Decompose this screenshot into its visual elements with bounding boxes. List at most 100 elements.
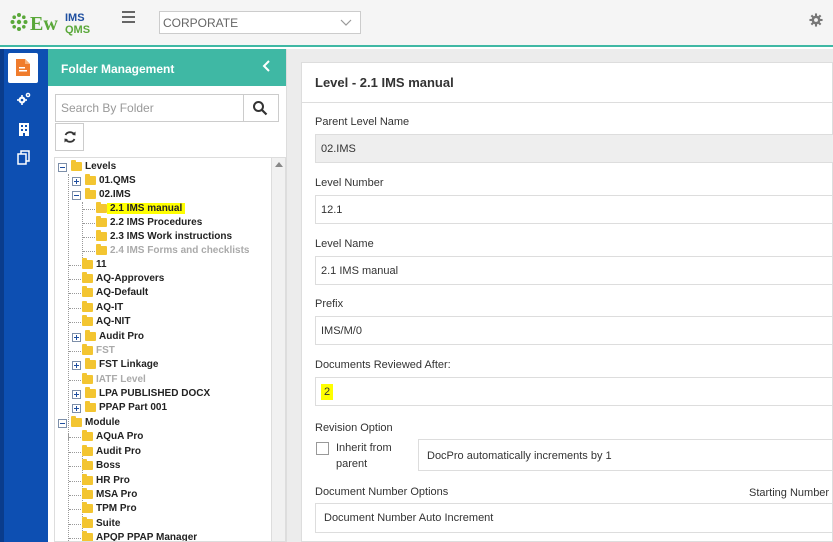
tree-node[interactable]: 01.QMS	[72, 174, 272, 189]
building-icon[interactable]	[16, 121, 32, 137]
folder-icon	[71, 416, 82, 427]
tree-node[interactable]: 2.2 IMS Procedures	[83, 216, 276, 231]
collapse-toggle-icon[interactable]	[58, 419, 67, 428]
expand-toggle-icon[interactable]	[72, 404, 81, 413]
chevron-left-icon[interactable]	[260, 59, 274, 73]
inherit-checkbox[interactable]	[316, 442, 329, 455]
top-bar: Ew IMS QMS CORPORATE	[0, 0, 833, 47]
tree-node[interactable]: AQ-Approvers	[69, 272, 272, 287]
tree-node-label: Module	[85, 417, 120, 428]
expand-toggle-icon[interactable]	[72, 361, 81, 370]
folder-icon	[82, 502, 93, 513]
refresh-button[interactable]	[55, 123, 84, 151]
app-logo[interactable]: Ew IMS QMS	[10, 8, 110, 38]
tree-node[interactable]: FST Linkage	[72, 358, 272, 373]
menu-icon[interactable]	[122, 11, 135, 23]
tree-node[interactable]: Boss	[69, 459, 272, 474]
level-number-value: 12.1	[321, 204, 343, 216]
tree-node[interactable]: AQ-Default	[69, 286, 272, 301]
search-icon[interactable]	[252, 100, 268, 116]
reviewed-after-value: 2	[321, 384, 334, 400]
tree-node[interactable]: Levels	[58, 160, 278, 175]
tree-node[interactable]: HR Pro	[69, 474, 272, 489]
tree-node-label: FST	[96, 345, 115, 356]
revision-option-value: DocPro automatically increments by 1	[427, 450, 612, 462]
revision-option-field[interactable]: DocPro automatically increments by 1	[418, 439, 833, 471]
folder-icon	[82, 488, 93, 499]
organization-select[interactable]: CORPORATE	[159, 11, 361, 34]
gear-icon[interactable]	[809, 13, 823, 27]
tree-node-label: LPA PUBLISHED DOCX	[99, 388, 211, 399]
folder-management-panel: Folder Management Levels 01.QMS	[48, 49, 287, 542]
tree-node-selected[interactable]: 2.1 IMS manual	[83, 202, 276, 217]
tree-node[interactable]: Suite	[69, 517, 272, 532]
documents-nav[interactable]	[8, 53, 38, 83]
level-number-field[interactable]: 12.1	[315, 195, 833, 224]
folder-icon	[85, 358, 96, 369]
tree-node[interactable]: PPAP Part 001	[72, 401, 272, 416]
svg-text:Ew: Ew	[30, 13, 58, 35]
folder-icon	[82, 315, 93, 326]
settings-icon[interactable]	[16, 91, 32, 107]
folder-search-input[interactable]	[56, 95, 244, 121]
tree-node[interactable]: 2.3 IMS Work instructions	[83, 230, 276, 245]
level-name-label: Level Name	[315, 238, 374, 250]
tree-node-label: Audit Pro	[99, 331, 144, 342]
page-title: Level - 2.1 IMS manual	[315, 75, 454, 90]
parent-level-field: 02.IMS	[315, 134, 833, 163]
tree-node-label: AQ-IT	[96, 302, 124, 313]
tree-node-label: Suite	[96, 518, 121, 529]
parent-level-value: 02.IMS	[321, 143, 356, 155]
tree-node-label: Boss	[96, 460, 121, 471]
collapse-toggle-icon[interactable]	[58, 163, 67, 172]
tree-node-label: APQP PPAP Manager	[96, 532, 198, 542]
revision-option-label: Revision Option	[315, 422, 393, 434]
tree-node-label: HR Pro	[96, 475, 130, 486]
inherit-label: Inherit from parent	[336, 442, 392, 470]
prefix-field[interactable]: IMS/M/0	[315, 316, 833, 345]
copy-icon[interactable]	[16, 149, 32, 165]
tree-node-label: AQuA Pro	[96, 431, 144, 442]
tree-node[interactable]: 11	[69, 258, 272, 273]
tree-node[interactable]: LPA PUBLISHED DOCX	[72, 387, 272, 402]
level-details-card: Level - 2.1 IMS manual Parent Level Name…	[301, 62, 833, 542]
folder-icon	[82, 459, 93, 470]
expand-toggle-icon[interactable]	[72, 333, 81, 342]
tree-node[interactable]: AQuA Pro	[69, 430, 272, 445]
folder-icon	[82, 445, 93, 456]
tree-node[interactable]: TPM Pro	[69, 502, 272, 517]
tree-node-label: AQ-NIT	[96, 316, 131, 327]
tree-node-label: FST Linkage	[99, 359, 159, 370]
tree-scrollbar[interactable]	[271, 158, 285, 541]
expand-toggle-icon[interactable]	[72, 177, 81, 186]
scroll-up-icon[interactable]	[275, 162, 283, 167]
tree-node[interactable]: AQ-NIT	[69, 315, 272, 330]
tree-node[interactable]: 2.4 IMS Forms and checklists	[83, 244, 276, 259]
folder-icon	[82, 373, 93, 384]
starting-number-label: Starting Number	[749, 487, 830, 499]
tree-node-label: 11	[96, 259, 107, 270]
tree-node-label: AQ-Default	[96, 287, 149, 298]
folder-search	[55, 94, 279, 122]
tree-node[interactable]: 02.IMS	[72, 188, 272, 203]
folder-icon	[85, 174, 96, 185]
document-icon	[16, 59, 30, 76]
divider	[302, 102, 833, 103]
reviewed-after-field[interactable]: 2	[315, 377, 833, 406]
tree-node[interactable]: Module	[58, 416, 278, 431]
organization-select-value: CORPORATE	[163, 16, 239, 30]
doc-number-options-field[interactable]: Document Number Auto Increment	[315, 503, 833, 533]
collapse-toggle-icon[interactable]	[72, 191, 81, 200]
tree-node[interactable]: APQP PPAP Manager	[69, 531, 272, 542]
tree-node[interactable]: Audit Pro	[72, 330, 272, 345]
tree-node[interactable]: AQ-IT	[69, 301, 272, 316]
tree-node[interactable]: FST	[69, 344, 272, 359]
tree-node[interactable]: MSA Pro	[69, 488, 272, 503]
expand-toggle-icon[interactable]	[72, 390, 81, 399]
tree-node[interactable]: Audit Pro	[69, 445, 272, 460]
icon-rail	[0, 49, 48, 542]
tree-node-label: 01.QMS	[99, 175, 136, 186]
tree-node[interactable]: IATF Level	[69, 373, 272, 388]
level-name-field[interactable]: 2.1 IMS manual	[315, 256, 833, 285]
folder-icon	[82, 344, 93, 355]
